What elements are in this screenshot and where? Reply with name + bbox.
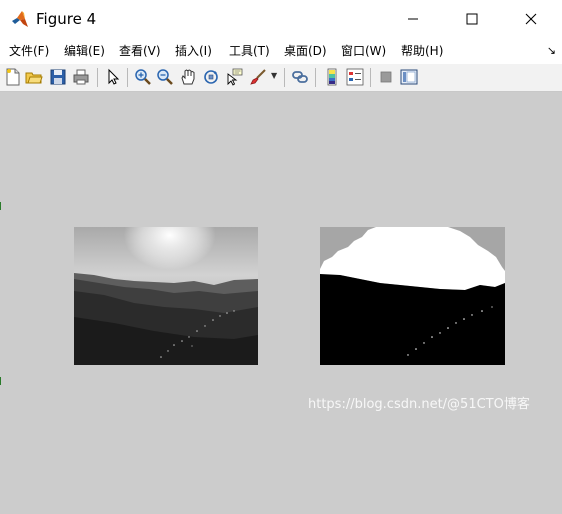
figure-toolbar: ▼ xyxy=(0,64,562,92)
menu-desktop[interactable]: 桌面(D) xyxy=(284,43,327,59)
close-button[interactable] xyxy=(508,0,554,38)
menu-view[interactable]: 查看(V) xyxy=(119,43,161,59)
maximize-button[interactable] xyxy=(449,0,495,38)
title-bar[interactable]: Figure 4 xyxy=(0,0,562,38)
zoom-in-icon[interactable] xyxy=(134,68,152,86)
edge-marker xyxy=(0,202,1,210)
toolbar-separator xyxy=(284,68,285,87)
menu-tools[interactable]: 工具(T) xyxy=(229,43,270,59)
toolbar-separator xyxy=(127,68,128,87)
window-title: Figure 4 xyxy=(36,10,97,28)
toolbar-separator xyxy=(370,68,371,87)
menu-file[interactable]: 文件(F) xyxy=(9,43,49,59)
menu-bar: 文件(F) 编辑(E) 查看(V) 插入(I) 工具(T) 桌面(D) 窗口(W… xyxy=(0,38,562,64)
pan-hand-icon[interactable] xyxy=(179,68,197,86)
menu-insert[interactable]: 插入(I) xyxy=(175,43,212,59)
colorbar-icon[interactable] xyxy=(323,68,341,86)
binary-image-axes[interactable] xyxy=(320,227,505,365)
menu-window[interactable]: 窗口(W) xyxy=(341,43,386,59)
figure-window: Figure 4 文件(F) 编辑(E) 查看(V) 插入(I) 工具(T) 桌… xyxy=(0,0,562,514)
minimize-button[interactable] xyxy=(390,0,436,38)
menu-help[interactable]: 帮助(H) xyxy=(401,43,443,59)
close-icon xyxy=(525,13,537,25)
new-figure-icon[interactable] xyxy=(4,68,22,86)
show-plot-tools-icon[interactable] xyxy=(400,68,418,86)
zoom-out-icon[interactable] xyxy=(156,68,174,86)
minimize-icon xyxy=(408,18,418,20)
edge-marker xyxy=(0,377,1,385)
rotate-3d-icon[interactable] xyxy=(202,68,220,86)
legend-icon[interactable] xyxy=(346,68,364,86)
menu-edit[interactable]: 编辑(E) xyxy=(64,43,105,59)
hide-plot-tools-icon[interactable] xyxy=(377,68,395,86)
pointer-icon[interactable] xyxy=(104,68,122,86)
brush-dropdown-arrow[interactable]: ▼ xyxy=(271,71,277,80)
grayscale-image-axes[interactable] xyxy=(74,227,258,365)
watermark-text: https://blog.csdn.net/@51CTO博客 xyxy=(308,397,530,412)
maximize-icon xyxy=(466,13,478,25)
matlab-logo-icon xyxy=(12,11,28,27)
brush-icon[interactable] xyxy=(249,68,267,86)
save-icon[interactable] xyxy=(49,68,67,86)
figure-canvas[interactable] xyxy=(0,92,562,514)
open-file-icon[interactable] xyxy=(25,68,43,86)
data-cursor-icon[interactable] xyxy=(225,68,243,86)
print-icon[interactable] xyxy=(72,68,90,86)
menu-overflow-arrow[interactable]: ↘ xyxy=(547,44,556,57)
toolbar-separator xyxy=(315,68,316,87)
toolbar-separator xyxy=(97,68,98,87)
link-plot-icon[interactable] xyxy=(291,68,309,86)
